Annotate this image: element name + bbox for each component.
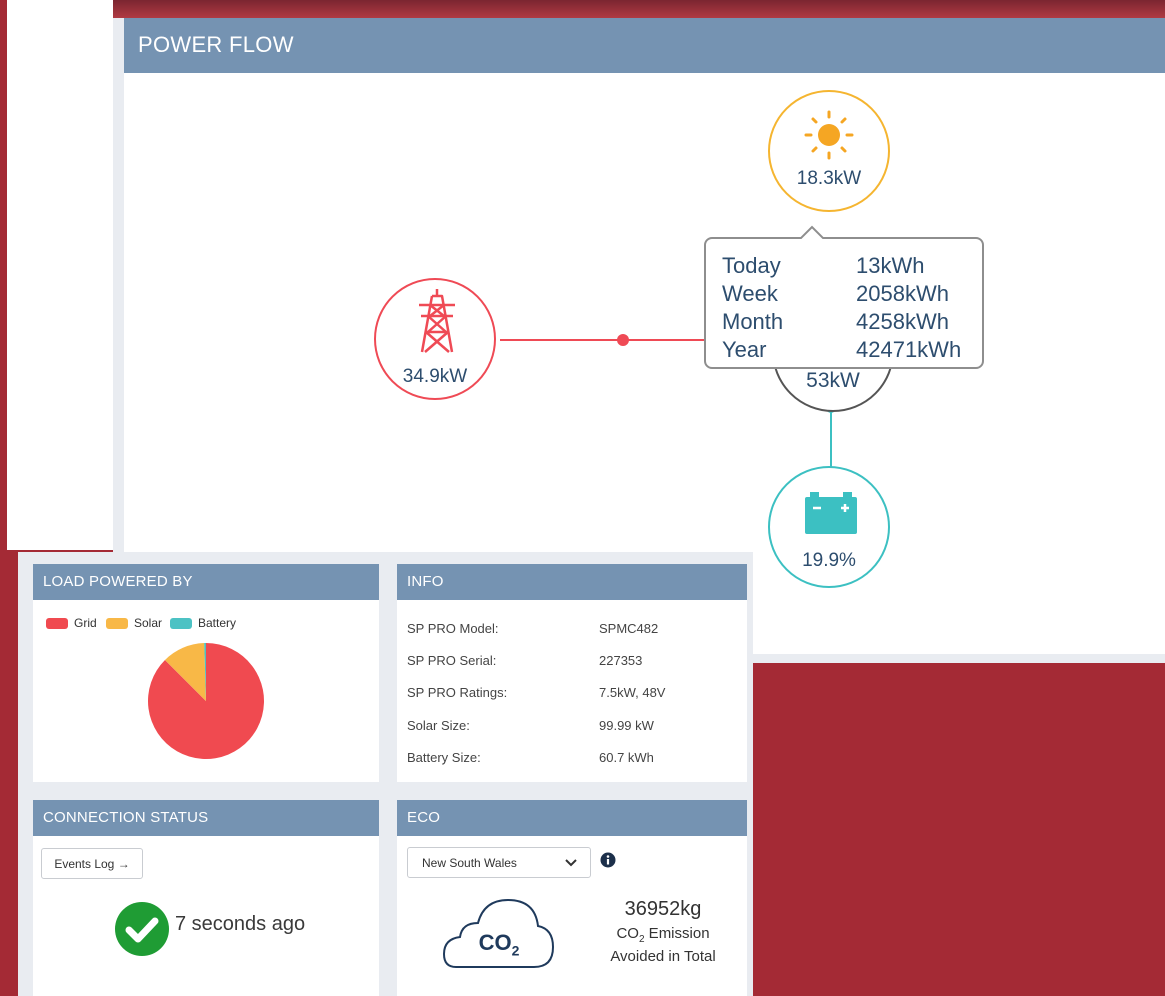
background-strip xyxy=(7,0,113,550)
connection-status-text: 7 seconds ago xyxy=(175,913,306,935)
load-pie-chart xyxy=(148,643,264,759)
tooltip-label-month: Month xyxy=(722,309,784,334)
tooltip-label-week: Week xyxy=(722,281,778,306)
connection-status-header: CONNECTION STATUS xyxy=(33,800,379,836)
legend-battery[interactable]: Battery xyxy=(170,616,236,630)
co2-avoided-label: Avoided in Total xyxy=(610,948,716,965)
info-label-battery-size: Battery Size: xyxy=(407,750,481,765)
info-label-solar-size: Solar Size: xyxy=(407,718,470,733)
legend-swatch-battery xyxy=(170,617,192,629)
solar-value: 18.3kW xyxy=(796,168,862,189)
info-label-ratings: SP PRO Ratings: xyxy=(407,685,508,700)
eco-card: ECO New South Wales CO2 36952kg CO2 Emis… xyxy=(397,800,747,996)
info-label-model: SP PRO Model: xyxy=(407,621,499,636)
grid-node[interactable]: 34.9kW xyxy=(374,278,496,400)
load-powered-by-header: LOAD POWERED BY xyxy=(33,564,379,600)
region-select[interactable]: New South Wales xyxy=(407,847,591,878)
co2-cloud-label: CO2 xyxy=(478,930,520,959)
legend-label-solar: Solar xyxy=(134,616,163,630)
info-card: INFO SP PRO Model: SPMC482 SP PRO Serial… xyxy=(397,564,747,782)
tooltip-value-today: 13kWh xyxy=(856,253,925,278)
eco-header: ECO xyxy=(397,800,747,836)
load-powered-by-title: LOAD POWERED BY xyxy=(43,573,193,590)
legend-grid[interactable]: Grid xyxy=(46,616,97,630)
battery-node[interactable]: 19.9% xyxy=(768,466,890,588)
connection-status-title: CONNECTION STATUS xyxy=(43,809,209,826)
tooltip-value-year: 42471kWh xyxy=(856,337,962,362)
info-label-serial: SP PRO Serial: xyxy=(407,653,497,668)
info-value-model: SPMC482 xyxy=(599,621,659,636)
battery-value: 19.9% xyxy=(802,550,856,571)
tooltip-label-today: Today xyxy=(722,253,781,278)
info-header: INFO xyxy=(397,564,747,600)
sun-icon xyxy=(804,110,854,160)
info-icon[interactable] xyxy=(600,852,616,868)
co2-emission-label: CO2 Emission xyxy=(616,925,710,945)
solar-node[interactable]: 18.3kW xyxy=(768,90,890,212)
region-select-value: New South Wales xyxy=(422,856,517,870)
info-value-ratings: 7.5kW, 48V xyxy=(599,685,666,700)
legend-swatch-solar xyxy=(106,617,128,629)
events-log-button[interactable]: Events Log → xyxy=(41,848,143,879)
eco-title: ECO xyxy=(407,809,441,826)
check-circle-icon xyxy=(115,902,169,956)
grid-flow-dot xyxy=(617,334,629,346)
tooltip-value-month: 4258kWh xyxy=(856,309,949,334)
connection-status-card: CONNECTION STATUS Events Log → 7 seconds… xyxy=(33,800,379,996)
info-value-solar-size: 99.99 kW xyxy=(599,718,654,733)
legend-label-grid: Grid xyxy=(74,616,97,630)
solar-energy-tooltip: Today 13kWh Week 2058kWh Month 4258kWh Y… xyxy=(704,225,984,369)
grid-value: 34.9kW xyxy=(402,366,468,387)
chevron-down-icon xyxy=(565,859,577,867)
info-title: INFO xyxy=(407,573,444,590)
battery-icon xyxy=(805,492,857,534)
load-powered-by-card: LOAD POWERED BY Grid Solar Battery xyxy=(33,564,379,782)
background-top xyxy=(113,0,1165,18)
legend-label-battery: Battery xyxy=(198,616,237,630)
legend-swatch-grid xyxy=(46,617,68,629)
power-flow-title: POWER FLOW xyxy=(138,32,294,57)
tooltip-value-week: 2058kWh xyxy=(856,281,949,306)
tooltip-label-year: Year xyxy=(722,337,767,362)
info-value-battery-size: 60.7 kWh xyxy=(599,750,654,765)
info-value-serial: 227353 xyxy=(599,653,643,668)
load-value: 53kW xyxy=(806,369,860,392)
co2-avoided-amount: 36952kg xyxy=(624,898,702,920)
tooltip-arrow xyxy=(800,225,824,239)
power-flow-header: POWER FLOW xyxy=(124,18,1165,73)
legend-solar[interactable]: Solar xyxy=(106,616,162,630)
transmission-tower-icon xyxy=(419,289,455,353)
